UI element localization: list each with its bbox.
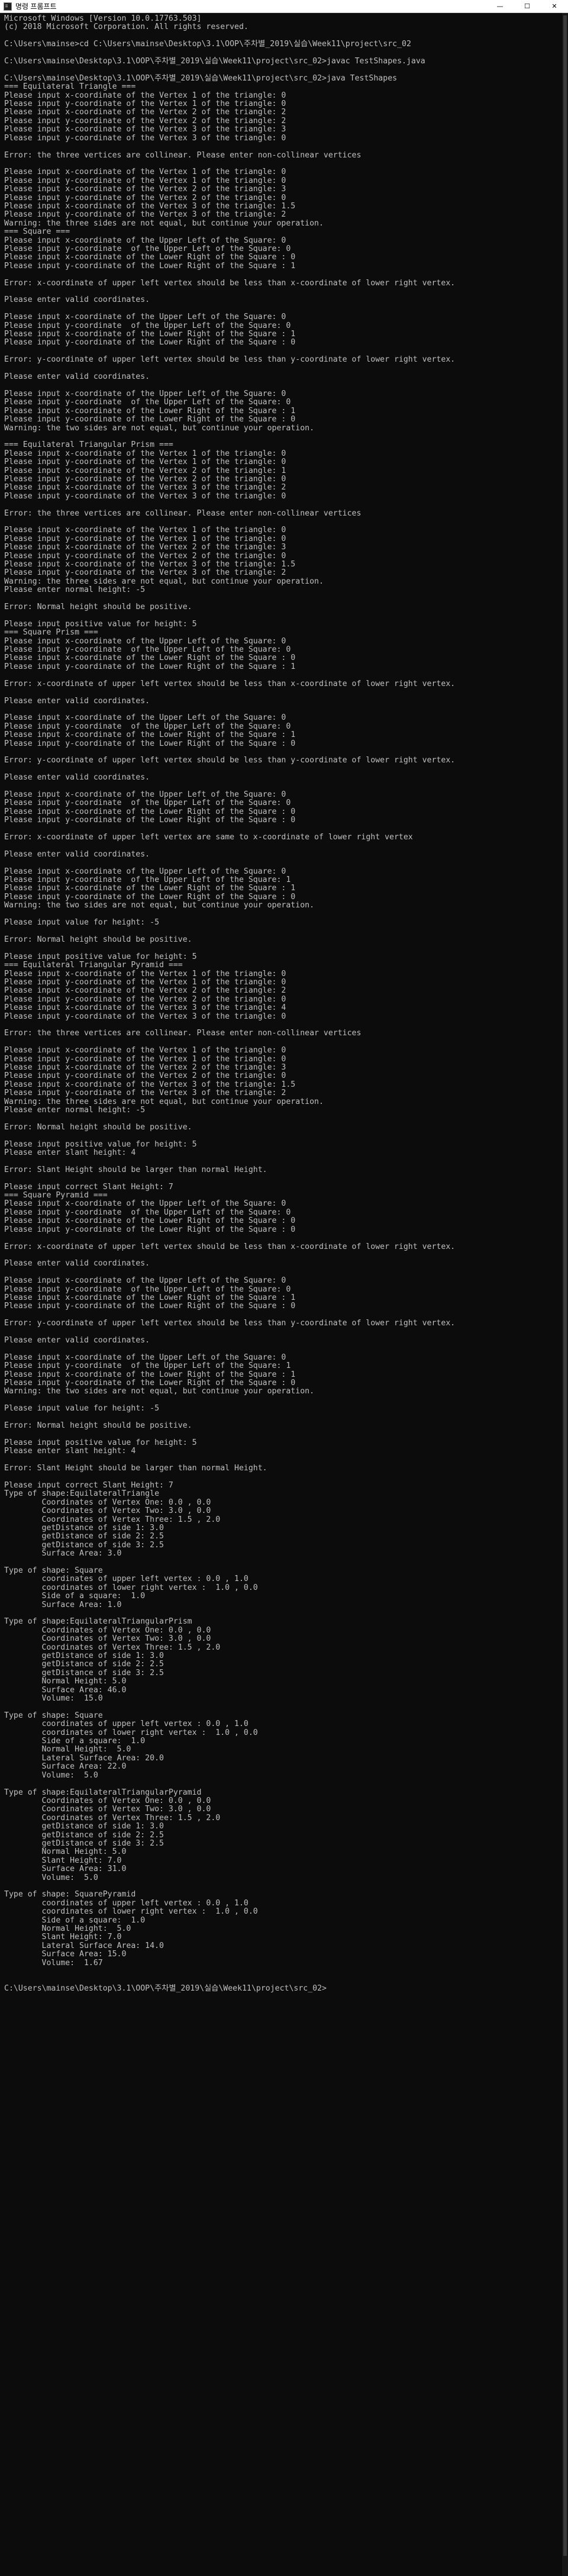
vertical-scrollbar[interactable] — [562, 13, 568, 2576]
console-output[interactable]: Microsoft Windows [Version 10.0.17763.50… — [4, 14, 562, 1993]
window-title: 명령 프롬프트 — [15, 2, 57, 11]
title-bar[interactable]: 명령 프롬프트 — ☐ ✕ — [0, 0, 568, 13]
close-icon[interactable]: ✕ — [541, 0, 568, 13]
maximize-icon[interactable]: ☐ — [514, 0, 541, 13]
console-area[interactable]: Microsoft Windows [Version 10.0.17763.50… — [0, 13, 562, 2576]
minimize-icon[interactable]: — — [486, 0, 514, 13]
scrollbar-thumb[interactable] — [563, 15, 567, 2556]
command-prompt-window: 명령 프롬프트 — ☐ ✕ Microsoft Windows [Version… — [0, 0, 568, 2576]
console-app-icon[interactable] — [4, 2, 12, 11]
